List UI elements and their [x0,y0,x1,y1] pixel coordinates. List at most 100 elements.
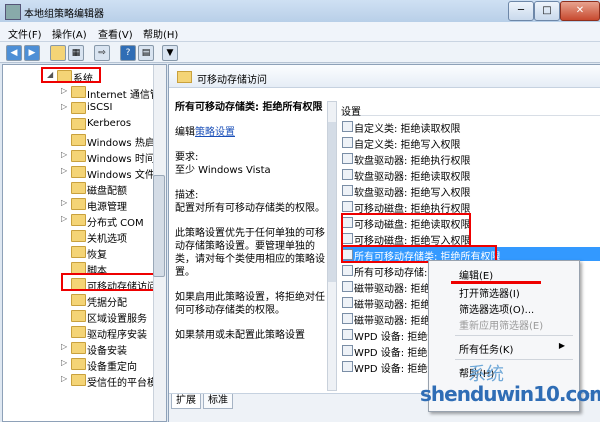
list-item[interactable]: 软盘驱动器: 拒绝执行权限 [341,151,600,167]
expand-arrow-icon[interactable]: ▷ [61,86,67,95]
menu-item-filter-options[interactable]: 筛选器选项(O)... [459,301,534,316]
app-icon [5,4,21,20]
export-icon[interactable]: ⇨ [94,45,110,61]
tree-item-label: 凭据分配 [87,298,127,309]
edit-policy-link[interactable]: 策略设置 [195,127,235,138]
tree-item-label: Windows 时间 [87,154,155,165]
menu-action[interactable]: 操作(A) [52,26,87,41]
folder-icon [71,326,86,338]
tree-scrollbar[interactable] [153,65,166,421]
tree-item-label: Internet 通信管 [87,90,160,101]
folder-icon [71,214,86,226]
minimize-button[interactable]: ─ [508,1,534,21]
expand-arrow-icon[interactable]: ▷ [61,342,67,351]
folder-icon [71,86,86,98]
properties-icon[interactable]: ▤ [138,45,154,61]
tree-item-label: 恢复 [87,250,107,261]
submenu-arrow-icon: ▶ [558,341,565,350]
edit-prefix: 编辑 [175,127,195,138]
maximize-button[interactable]: □ [534,1,560,21]
policy-icon [342,265,353,276]
tree-item-label: 驱动程序安装 [87,330,147,341]
folder-icon [177,71,192,83]
folder-icon [71,310,86,322]
expand-arrow-icon[interactable]: ▷ [61,150,67,159]
policy-title: 所有可移动存储类: 拒绝所有权限 [175,102,323,113]
folder-icon [71,102,86,114]
description-paragraph: 如果禁用或未配置此策略设置 [175,330,305,341]
policy-icon [342,137,353,148]
policy-icon [342,201,353,212]
description-scrollbar[interactable] [327,101,337,391]
menu-help[interactable]: 帮助(H) [143,26,178,41]
help-icon[interactable]: ? [120,45,136,61]
tree-item-label: Kerberos [87,118,132,129]
folder-icon [71,118,86,130]
tab-extended[interactable]: 扩展 [171,394,201,409]
menu-view[interactable]: 查看(V) [98,26,133,41]
folder-icon [71,182,86,194]
close-button[interactable]: ✕ [560,1,600,21]
list-item[interactable]: 自定义类: 拒绝读取权限 [341,119,600,135]
detail-header-title: 可移动存储访问 [197,75,267,86]
menu-item-all-tasks[interactable]: 所有任务(K) ▶ [459,341,571,356]
menu-item-open-filter[interactable]: 打开筛选器(I) [459,285,520,300]
policy-icon [342,361,353,372]
highlight-box [61,273,161,291]
policy-icon [342,313,353,324]
scrollbar-thumb[interactable] [328,122,336,282]
up-folder-icon[interactable] [50,45,66,61]
tree-item-label: 设备重定向 [87,362,137,373]
list-item[interactable]: 软盘驱动器: 拒绝读取权限 [341,167,600,183]
expand-arrow-icon[interactable]: ▷ [61,214,67,223]
description-panel: 所有可移动存储类: 拒绝所有权限 编辑策略设置 要求: 至少 Windows V… [175,101,325,389]
watermark: shenduwin10.com [420,382,600,406]
folder-icon [71,294,86,306]
tree-item-label: 区域设置服务 [87,314,147,325]
folder-icon [71,134,86,146]
tree-item-label: 电源管理 [87,202,127,213]
tab-standard[interactable]: 标准 [203,394,233,409]
filter-icon[interactable]: ▼ [162,45,178,61]
folder-icon [71,166,86,178]
forward-icon[interactable]: ▶ [24,45,40,61]
description-paragraph: 如果启用此策略设置，将拒绝对任何可移动存储类的权限。 [175,292,325,316]
edit-line: 编辑策略设置 [175,126,325,139]
policy-icon [342,121,353,132]
policy-icon [342,153,353,164]
list-item[interactable]: 可移动磁盘: 拒绝执行权限 [341,199,600,215]
policy-icon [342,281,353,292]
expand-arrow-icon[interactable]: ▷ [61,102,67,111]
menu-separator [455,335,573,336]
list-item[interactable]: 软盘驱动器: 拒绝写入权限 [341,183,600,199]
list-item[interactable]: 自定义类: 拒绝写入权限 [341,135,600,151]
title-bar: 本地组策略编辑器 ─ □ ✕ [0,0,600,22]
tree-item-label: iSCSI [87,102,113,113]
back-icon[interactable]: ◀ [6,45,22,61]
detail-header: 可移动存储访问 [169,65,600,88]
requirements-value: 至少 Windows Vista [175,165,271,176]
folder-icon [71,246,86,258]
folder-icon [71,374,86,386]
description-text: 配置对所有可移动存储类的权限。 [175,203,325,214]
toolbar: ◀ ▶ ▦ ⇨ ? ▤ ▼ [0,42,600,63]
description-label: 描述: [175,190,199,201]
description-paragraph: 此策略设置优先于任何单独的可移动存储策略设置。要管理单独的类，请对每个类使用相应… [175,228,325,278]
menu-bar: 文件(F) 操作(A) 查看(V) 帮助(H) [0,22,600,42]
folder-icon [71,358,86,370]
menu-item-reapply-filter: 重新应用筛选器(E) [459,321,544,332]
show-hide-tree-icon[interactable]: ▦ [68,45,84,61]
expand-arrow-icon[interactable]: ▷ [61,166,67,175]
settings-column-header[interactable]: 设置 [341,101,600,118]
window-title: 本地组策略编辑器 [24,9,104,20]
expand-arrow-icon[interactable]: ▷ [61,374,67,383]
requirements-label: 要求: [175,152,199,163]
expand-arrow-icon[interactable]: ▷ [61,198,67,207]
policy-icon [342,345,353,356]
tree-item-label: Windows 热启 [87,138,155,149]
menu-item-edit[interactable]: 编辑(E) [459,267,493,282]
expand-arrow-icon[interactable]: ▷ [61,358,67,367]
scrollbar-thumb[interactable] [153,175,165,277]
menu-file[interactable]: 文件(F) [8,26,42,41]
tree-item-label: 分布式 COM [87,218,144,229]
